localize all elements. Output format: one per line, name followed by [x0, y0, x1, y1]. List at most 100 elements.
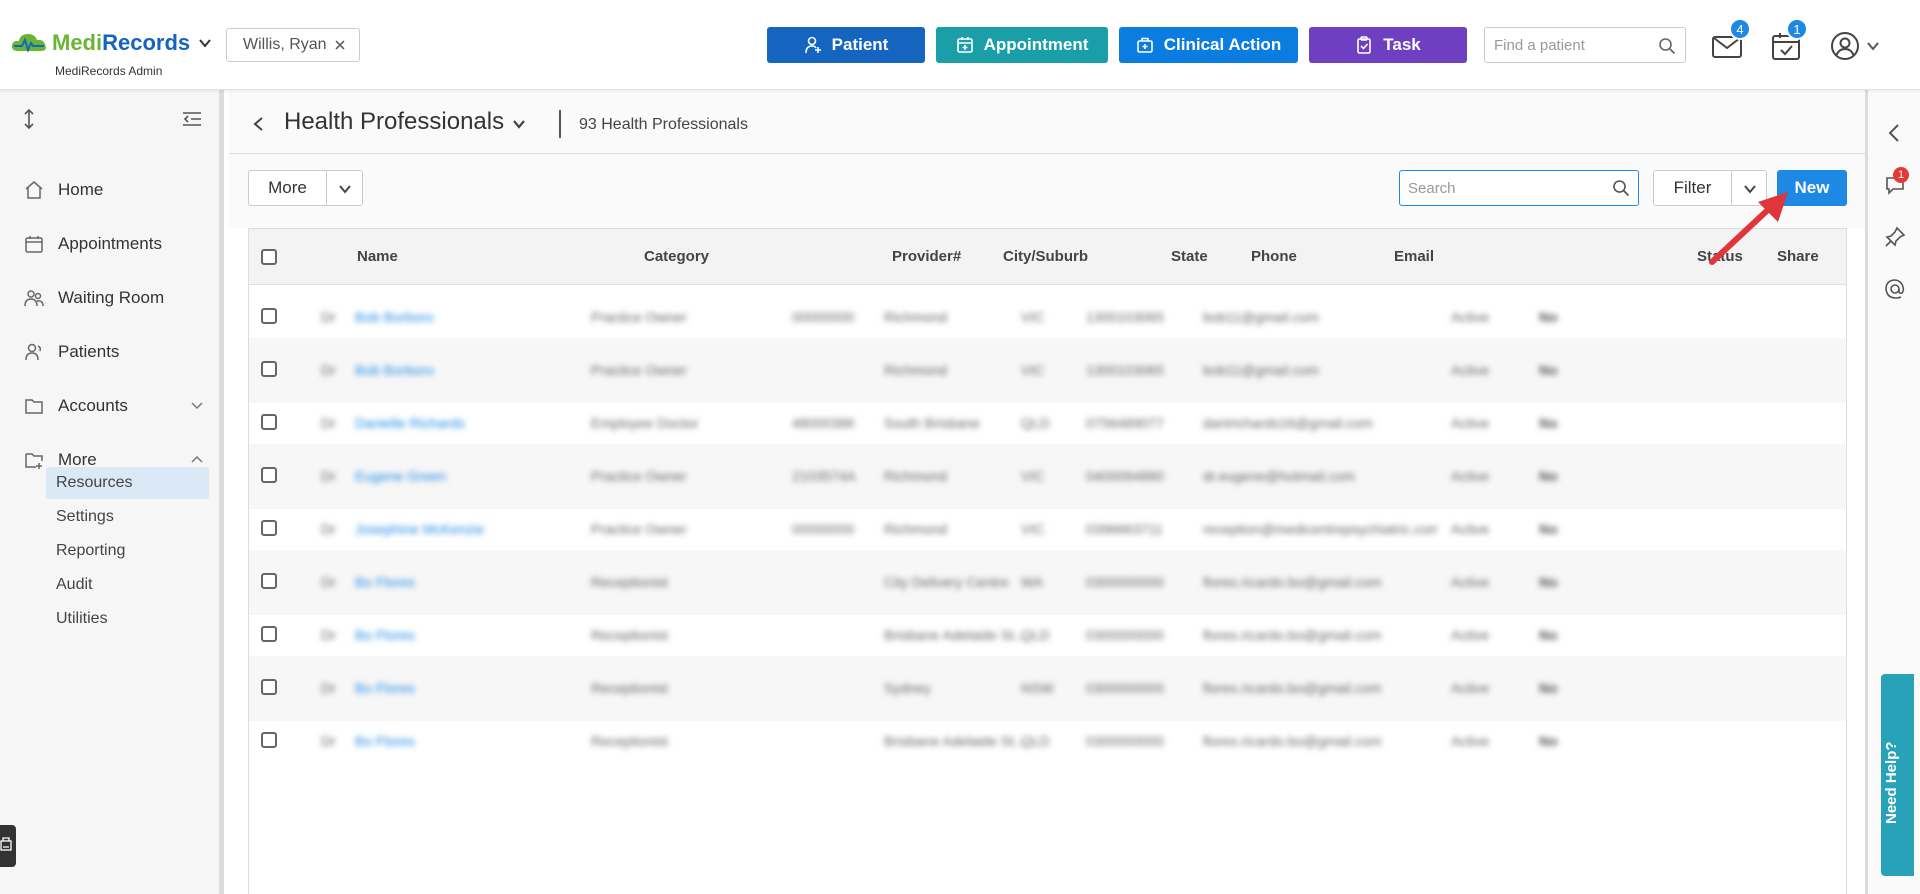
- need-help-label: Need Help?: [1883, 741, 1900, 824]
- patient-button-label: Patient: [831, 35, 889, 54]
- column-header-state[interactable]: State: [1171, 248, 1208, 265]
- cell-category: Receptionist: [591, 733, 669, 749]
- row-checkbox[interactable]: [261, 308, 277, 324]
- logo-wordmark: MediRecords: [52, 30, 191, 55]
- row-checkbox[interactable]: [261, 626, 277, 642]
- calendar-icon: [25, 236, 43, 253]
- new-patient-button[interactable]: Patient: [767, 27, 925, 63]
- cell-col0: Dr: [321, 362, 336, 378]
- cell-col0: Dr: [321, 627, 336, 643]
- row-checkbox[interactable]: [261, 679, 277, 695]
- column-header-name[interactable]: Name: [357, 248, 398, 265]
- column-header-category[interactable]: Category: [644, 248, 709, 265]
- sidebar-subitem-settings[interactable]: Settings: [46, 501, 209, 533]
- table-row[interactable]: Dr Bo Flores Receptionist Brisbane Adelaide…: [249, 709, 1846, 774]
- cell-status: Active: [1451, 521, 1490, 537]
- collapse-sidebar-icon[interactable]: [181, 108, 203, 130]
- sidebar-item-home[interactable]: Home: [24, 175, 204, 205]
- cell-name[interactable]: Bo Flores: [355, 627, 555, 643]
- row-checkbox[interactable]: [261, 573, 277, 589]
- cell-name[interactable]: Josephine McKenzie: [355, 521, 555, 537]
- cell-share: No: [1539, 362, 1558, 378]
- cell-phone: 0396663711: [1086, 521, 1163, 537]
- search-icon[interactable]: [1658, 37, 1676, 55]
- cell-col0: Dr: [321, 733, 336, 749]
- row-checkbox[interactable]: [261, 467, 277, 483]
- cell-status: Active: [1451, 309, 1490, 325]
- tasks-button[interactable]: 1: [1770, 18, 1808, 62]
- need-help-tab[interactable]: Need Help?: [1881, 674, 1914, 876]
- cell-phone: 0300000000: [1086, 574, 1164, 590]
- cell-name[interactable]: Eugene Green: [355, 468, 555, 484]
- row-checkbox[interactable]: [261, 361, 277, 377]
- chevron-down-icon[interactable]: [198, 36, 212, 50]
- find-patient-input[interactable]: Find a patient: [1484, 27, 1686, 63]
- search-icon[interactable]: [1612, 179, 1630, 197]
- sidebar-subitem-resources[interactable]: Resources: [46, 467, 209, 499]
- cell-state: QLD: [1021, 733, 1050, 749]
- mail-count-badge: 4: [1729, 18, 1751, 40]
- cloud-logo-icon: [11, 34, 46, 53]
- cell-name[interactable]: Danielle Richards: [355, 415, 555, 431]
- sidebar-item-appointments[interactable]: Appointments: [24, 229, 204, 259]
- cell-category: Practice Owner: [591, 521, 687, 537]
- sidebar-item-waiting-room[interactable]: Waiting Room: [24, 283, 204, 313]
- cell-name[interactable]: Bo Flores: [355, 574, 555, 590]
- sidebar-item-accounts[interactable]: Accounts: [24, 391, 204, 421]
- cell-name[interactable]: Bo Flores: [355, 680, 555, 696]
- more-actions-dropdown[interactable]: [326, 170, 363, 206]
- cell-state: VIC: [1021, 362, 1045, 378]
- cell-col0: Dr: [321, 574, 336, 590]
- cell-status: Active: [1451, 574, 1490, 590]
- new-appointment-button[interactable]: Appointment: [936, 27, 1108, 63]
- cell-status: Active: [1451, 362, 1490, 378]
- cell-name[interactable]: Bob Borboro: [355, 309, 555, 325]
- cell-city: Richmond: [884, 468, 948, 484]
- cell-phone: 1300103065: [1086, 362, 1164, 378]
- sidebar-subitem-audit[interactable]: Audit: [46, 569, 209, 601]
- column-header-city[interactable]: City/Suburb: [1003, 248, 1088, 265]
- page-title[interactable]: Health Professionals: [284, 108, 504, 136]
- more-actions-button[interactable]: More: [248, 170, 326, 206]
- close-icon[interactable]: [333, 38, 347, 52]
- mention-icon[interactable]: [1884, 278, 1906, 300]
- row-checkbox[interactable]: [261, 732, 277, 748]
- column-header-provider[interactable]: Provider#: [892, 248, 961, 265]
- pin-icon[interactable]: [1884, 226, 1906, 248]
- sidebar-item-patients[interactable]: Patients: [24, 337, 204, 367]
- side-drawer-handle[interactable]: [0, 825, 16, 867]
- cell-name[interactable]: Bo Flores: [355, 733, 555, 749]
- cell-city: Richmond: [884, 362, 948, 378]
- search-input[interactable]: Search: [1399, 170, 1639, 206]
- row-checkbox[interactable]: [261, 414, 277, 430]
- clinical-action-button[interactable]: Clinical Action: [1119, 27, 1298, 63]
- chevron-down-icon[interactable]: [512, 117, 526, 131]
- current-patient-chip[interactable]: Willis, Ryan: [226, 28, 360, 62]
- new-task-button[interactable]: Task: [1309, 27, 1467, 63]
- select-all-checkbox[interactable]: [261, 249, 277, 265]
- back-chevron-icon[interactable]: [251, 116, 267, 132]
- cell-category: Receptionist: [591, 627, 669, 643]
- collapse-rail-icon[interactable]: [1884, 122, 1906, 144]
- app-logo[interactable]: MediRecords: [10, 30, 212, 56]
- chevron-down-icon[interactable]: [1866, 39, 1880, 53]
- row-checkbox[interactable]: [261, 520, 277, 536]
- column-header-email[interactable]: Email: [1394, 248, 1434, 265]
- cell-state: WA: [1021, 574, 1044, 590]
- sidebar-subitem-reporting[interactable]: Reporting: [46, 535, 209, 567]
- cell-city: Brisbane Adelaide St...: [884, 627, 1026, 643]
- column-header-phone[interactable]: Phone: [1251, 248, 1297, 265]
- cell-share: No: [1539, 521, 1558, 537]
- cell-category: Practice Owner: [591, 468, 687, 484]
- chevron-down-icon: [339, 185, 351, 194]
- cell-city: City Delivery Centre: [884, 574, 1009, 590]
- cell-col0: Dr: [321, 521, 336, 537]
- cell-city: South Brisbane: [884, 415, 980, 431]
- messages-button[interactable]: 4: [1711, 18, 1751, 62]
- user-menu-button[interactable]: [1829, 30, 1861, 62]
- expand-vertical-icon[interactable]: [18, 108, 40, 130]
- cell-col0: Dr: [321, 415, 336, 431]
- cell-share: No: [1539, 309, 1558, 325]
- sidebar-subitem-utilities[interactable]: Utilities: [46, 603, 209, 635]
- cell-name[interactable]: Bob Borboro: [355, 362, 555, 378]
